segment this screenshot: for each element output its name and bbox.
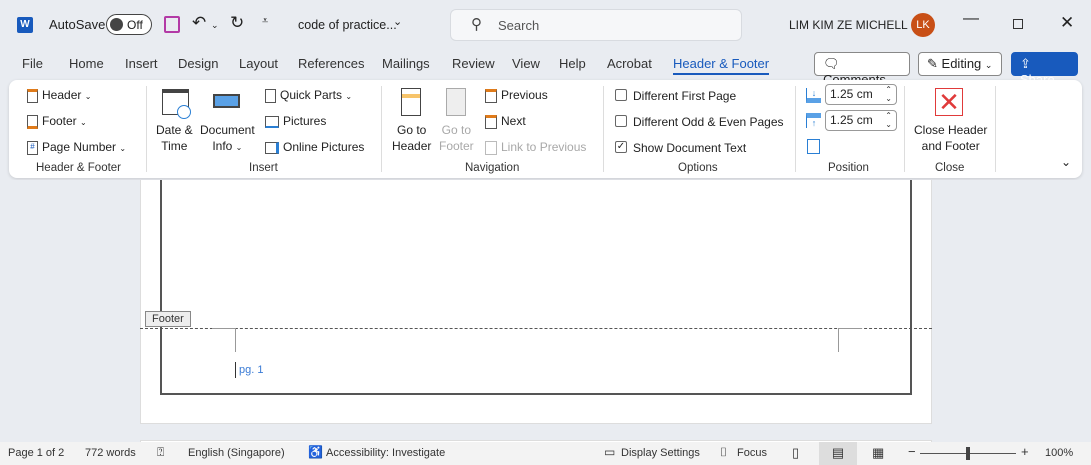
page-count[interactable]: Page 1 of 2: [8, 447, 64, 459]
language[interactable]: English (Singapore): [188, 447, 285, 459]
next-button[interactable]: Next: [485, 114, 526, 129]
tab-layout[interactable]: Layout: [239, 56, 278, 71]
header-icon: [27, 88, 38, 103]
go-to-header-icon: [401, 88, 421, 116]
header-position-icon: ↓: [806, 88, 821, 103]
comments-button[interactable]: 🗨 Comments: [814, 52, 910, 87]
quick-parts-icon: [265, 88, 276, 103]
zoom-out-button[interactable]: −: [908, 444, 916, 459]
document-info-button[interactable]: Document Info ⌄: [200, 122, 255, 156]
different-odd-even-checkbox[interactable]: [615, 115, 627, 127]
close-header-footer-button[interactable]: Close Header and Footer: [914, 122, 987, 154]
tab-insert[interactable]: Insert: [125, 56, 158, 71]
zoom-level[interactable]: 100%: [1045, 447, 1073, 459]
link-icon: [485, 140, 497, 155]
title-chevron-icon[interactable]: ⌄: [393, 15, 402, 28]
footer-tag: Footer: [145, 311, 191, 327]
go-to-footer-icon: [446, 88, 466, 116]
header-button[interactable]: Header ⌄: [27, 88, 91, 103]
share-icon: ⇪: [1020, 56, 1031, 71]
tab-acrobat[interactable]: Acrobat: [607, 56, 652, 71]
tab-review[interactable]: Review: [452, 56, 495, 71]
close-window-icon[interactable]: ✕: [1060, 13, 1074, 33]
read-mode-icon[interactable]: ▯: [792, 445, 799, 461]
page-number-button[interactable]: # Page Number ⌄: [27, 140, 126, 155]
word-logo-icon: W: [17, 17, 33, 33]
previous-icon: [485, 88, 497, 103]
page-number-field[interactable]: pg. 1: [239, 364, 263, 376]
accessibility-icon: ♿: [308, 445, 323, 459]
insert-alignment-tab-icon[interactable]: [807, 139, 820, 154]
web-layout-icon[interactable]: ▦: [872, 445, 884, 461]
focus-icon: ⌷: [720, 445, 728, 459]
close-header-footer-icon: ✕: [935, 88, 963, 116]
customize-qat-icon[interactable]: ⩡: [262, 15, 268, 28]
comment-icon: 🗨: [823, 56, 840, 71]
pictures-icon: [265, 115, 279, 128]
date-time-button[interactable]: Date & Time: [156, 122, 193, 154]
pictures-button[interactable]: Pictures: [265, 114, 326, 128]
display-settings-icon: ▭: [604, 445, 616, 459]
avatar[interactable]: LK: [911, 13, 935, 37]
save-icon[interactable]: [164, 16, 180, 33]
tab-mailings[interactable]: Mailings: [382, 56, 430, 71]
quick-parts-button[interactable]: Quick Parts ⌄: [265, 88, 352, 103]
link-to-previous-button[interactable]: Link to Previous: [485, 140, 586, 155]
accessibility-status[interactable]: Accessibility: Investigate: [326, 447, 445, 459]
previous-button[interactable]: Previous: [485, 88, 548, 103]
page-border: [160, 180, 912, 395]
tab-design[interactable]: Design: [178, 56, 218, 71]
redo-icon[interactable]: ↻: [230, 13, 244, 33]
autosave-label: AutoSave: [49, 17, 106, 32]
print-layout-icon[interactable]: ▤: [819, 442, 857, 465]
document-title[interactable]: code of practice...: [298, 18, 397, 32]
zoom-in-button[interactable]: +: [1021, 444, 1029, 459]
footer-position-input[interactable]: 1.25 cm ⌃ ⌄: [825, 110, 897, 131]
tab-references[interactable]: References: [298, 56, 364, 71]
header-position-input[interactable]: 1.25 cm ⌃ ⌄: [825, 84, 897, 105]
page-number-icon: #: [27, 140, 38, 155]
status-bar: Page 1 of 2 772 words ⍰ English (Singapo…: [0, 442, 1091, 465]
show-document-text-checkbox[interactable]: ✓: [615, 141, 627, 153]
online-pictures-icon: [265, 141, 279, 154]
collapse-ribbon-icon[interactable]: ⌄: [1061, 155, 1071, 169]
go-to-footer-button[interactable]: Go to Footer: [439, 122, 474, 154]
proofing-icon[interactable]: ⍰: [157, 445, 164, 460]
tab-home[interactable]: Home: [69, 56, 104, 71]
user-name[interactable]: LIM KIM ZE MICHELL: [789, 18, 908, 32]
tab-header-footer[interactable]: Header & Footer: [673, 56, 770, 75]
different-first-page-checkbox[interactable]: [615, 89, 627, 101]
editing-button[interactable]: ✎ Editing ⌄: [918, 52, 1002, 76]
autosave-toggle[interactable]: Off: [106, 14, 152, 35]
focus-button[interactable]: Focus: [737, 447, 767, 459]
pencil-icon: ✎: [927, 56, 938, 71]
undo-icon[interactable]: ↶ ⌄: [192, 13, 219, 33]
online-pictures-button[interactable]: Online Pictures: [265, 140, 364, 154]
document-info-icon: [213, 94, 240, 108]
display-settings-button[interactable]: Display Settings: [621, 447, 700, 459]
minimize-icon[interactable]: —: [963, 10, 979, 28]
search-box[interactable]: ⚲ Search: [450, 9, 742, 41]
word-count[interactable]: 772 words: [85, 447, 136, 459]
next-icon: [485, 114, 497, 129]
tab-file[interactable]: File: [22, 56, 43, 71]
footer-position-icon: ↑: [806, 113, 821, 128]
footer-divider: [140, 328, 932, 329]
footer-button[interactable]: Footer ⌄: [27, 114, 87, 129]
zoom-slider-thumb[interactable]: [966, 447, 970, 460]
go-to-header-button[interactable]: Go to Header: [392, 122, 431, 154]
tab-help[interactable]: Help: [559, 56, 586, 71]
tab-view[interactable]: View: [512, 56, 540, 71]
search-icon: ⚲: [471, 16, 482, 33]
footer-icon: [27, 114, 38, 129]
document-area[interactable]: Footer pg. 1: [0, 180, 1091, 450]
share-button[interactable]: ⇪ Share: [1011, 52, 1078, 87]
maximize-icon[interactable]: [1013, 19, 1023, 29]
